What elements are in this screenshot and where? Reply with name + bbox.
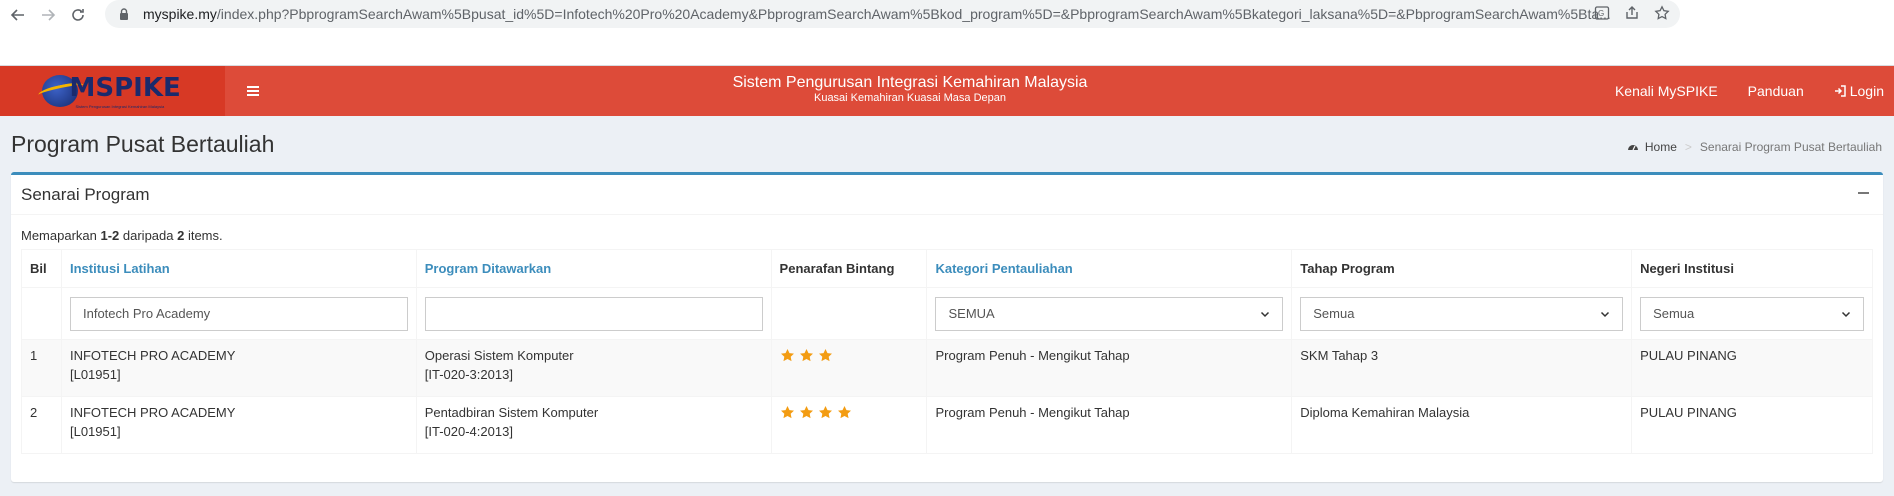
result-summary: Memaparkan 1-2 daripada 2 items.	[21, 228, 223, 243]
app-header: MSPIKE Sistem Pengurusan Integrasi Kemah…	[0, 66, 1894, 116]
row-negeri: PULAU PINANG	[1631, 339, 1873, 397]
arrow-left-icon	[10, 9, 24, 21]
star-icon	[837, 405, 851, 419]
nav-panduan[interactable]: Panduan	[1748, 83, 1804, 99]
row-program-code: [IT-020-3:2013]	[424, 367, 513, 382]
nav-kenali-myspike[interactable]: Kenali MySPIKE	[1615, 83, 1718, 99]
nav-login-label: Login	[1849, 83, 1884, 99]
collapse-button[interactable]	[1853, 183, 1873, 203]
hamburger-menu-icon	[247, 86, 259, 96]
box-title: Senarai Program	[21, 185, 150, 204]
star-rating	[780, 405, 919, 420]
breadcrumb: Home > Senarai Program Pusat Bertauliah	[1627, 140, 1882, 154]
program-filter-input[interactable]	[424, 296, 763, 331]
address-bar[interactable]: myspike.my /index.php?PbprogramSearchAwa…	[105, 0, 1680, 28]
chevron-down-icon	[1261, 311, 1270, 317]
row-program: Operasi Sistem Komputer	[424, 348, 574, 363]
chevron-down-icon	[1841, 311, 1851, 317]
header-title-block: Sistem Pengurusan Integrasi Kemahiran Ma…	[700, 74, 1120, 104]
row-kategori: Program Penuh - Mengikut Tahap	[926, 339, 1293, 397]
row-institusi: INFOTECH PRO ACADEMY	[69, 348, 236, 363]
back-button[interactable]	[6, 3, 30, 27]
breadcrumb-separator: >	[1684, 140, 1692, 154]
col-bil: Bil	[21, 249, 62, 288]
svg-text:G: G	[1598, 9, 1604, 18]
sidebar-toggle-button[interactable]	[241, 79, 265, 103]
row-institusi: INFOTECH PRO ACADEMY	[69, 405, 236, 420]
star-icon	[818, 348, 832, 362]
row-institusi-code: [L01951]	[69, 367, 121, 382]
col-kategori-pentauliahan[interactable]: Kategori Pentauliahan	[926, 249, 1293, 288]
header-subtitle: Kuasai Kemahiran Kuasai Masa Depan	[813, 92, 1006, 104]
kategori-filter-select[interactable]: SEMUA	[935, 296, 1284, 331]
institusi-filter-input[interactable]	[69, 296, 408, 331]
star-icon	[780, 348, 794, 362]
page-title: Program Pusat Bertauliah	[11, 131, 275, 157]
bookmark-star-icon[interactable]	[1654, 5, 1670, 21]
breadcrumb-current: Senarai Program Pusat Bertauliah	[1699, 140, 1882, 154]
row-bil: 2	[21, 396, 62, 454]
row-negeri: PULAU PINANG	[1631, 396, 1873, 454]
nav-login[interactable]: Login	[1834, 83, 1884, 99]
sign-in-icon	[1834, 85, 1846, 97]
row-program: Pentadbiran Sistem Komputer	[424, 405, 599, 420]
col-tahap-program: Tahap Program	[1291, 249, 1633, 288]
chevron-down-icon	[1601, 311, 1610, 317]
reload-button[interactable]	[66, 3, 90, 27]
forward-button[interactable]	[36, 3, 60, 27]
reload-icon	[72, 9, 84, 21]
header-title: Sistem Pengurusan Integrasi Kemahiran Ma…	[732, 74, 1088, 91]
tahap-filter-select[interactable]: Semua	[1300, 296, 1624, 331]
url-path: /index.php?PbprogramSearchAwam%5Bpusat_i…	[216, 6, 1611, 22]
star-icon	[799, 348, 813, 362]
col-institusi-latihan[interactable]: Institusi Latihan	[60, 249, 417, 288]
negeri-filter-select[interactable]: Semua	[1640, 296, 1864, 331]
breadcrumb-home[interactable]: Home	[1645, 140, 1677, 154]
col-program-ditawarkan[interactable]: Program Ditawarkan	[415, 249, 772, 288]
table-row: 1 INFOTECH PRO ACADEMY [L01951] Operasi S…	[21, 339, 1873, 397]
row-kategori: Program Penuh - Mengikut Tahap	[926, 396, 1293, 454]
star-icon	[818, 405, 832, 419]
box-header: Senarai Program	[11, 175, 1883, 215]
browser-spacer	[0, 30, 1894, 66]
table-row: 2 INFOTECH PRO ACADEMY [L01951] Pentadbir…	[21, 396, 1873, 454]
star-icon	[799, 405, 813, 419]
row-bil: 1	[21, 339, 62, 397]
table-header-row: Bil Institusi Latihan Program Ditawarkan…	[21, 249, 1873, 288]
row-tahap: Diploma Kemahiran Malaysia	[1291, 396, 1633, 454]
row-program-code: [IT-020-4:2013]	[424, 424, 513, 439]
translate-icon[interactable]: G	[1594, 5, 1610, 21]
minus-icon	[1857, 192, 1869, 194]
program-table: Bil Institusi Latihan Program Ditawarkan…	[21, 249, 1873, 454]
lock-icon	[120, 8, 128, 20]
browser-toolbar: myspike.my /index.php?PbprogramSearchAwa…	[0, 0, 1894, 30]
row-institusi-code: [L01951]	[69, 424, 121, 439]
col-penarafan-bintang: Penarafan Bintang	[770, 249, 928, 288]
filter-row: SEMUA Semua Semua	[21, 287, 1873, 340]
star-rating	[780, 348, 919, 363]
header-nav: Kenali MySPIKE Panduan Login	[1585, 66, 1884, 116]
dashboard-icon	[1627, 145, 1638, 151]
program-list-box: Senarai Program Memaparkan 1-2 daripada …	[11, 172, 1883, 482]
star-icon	[780, 405, 794, 419]
logo-container[interactable]: MSPIKE Sistem Pengurusan Integrasi Kemah…	[0, 66, 225, 116]
arrow-right-icon	[42, 9, 56, 21]
url-host: myspike.my	[143, 6, 217, 22]
mspike-logo: MSPIKE Sistem Pengurusan Integrasi Kemah…	[36, 71, 188, 111]
row-tahap: SKM Tahap 3	[1291, 339, 1633, 397]
col-negeri-institusi: Negeri Institusi	[1631, 249, 1873, 288]
share-icon[interactable]	[1624, 5, 1640, 21]
